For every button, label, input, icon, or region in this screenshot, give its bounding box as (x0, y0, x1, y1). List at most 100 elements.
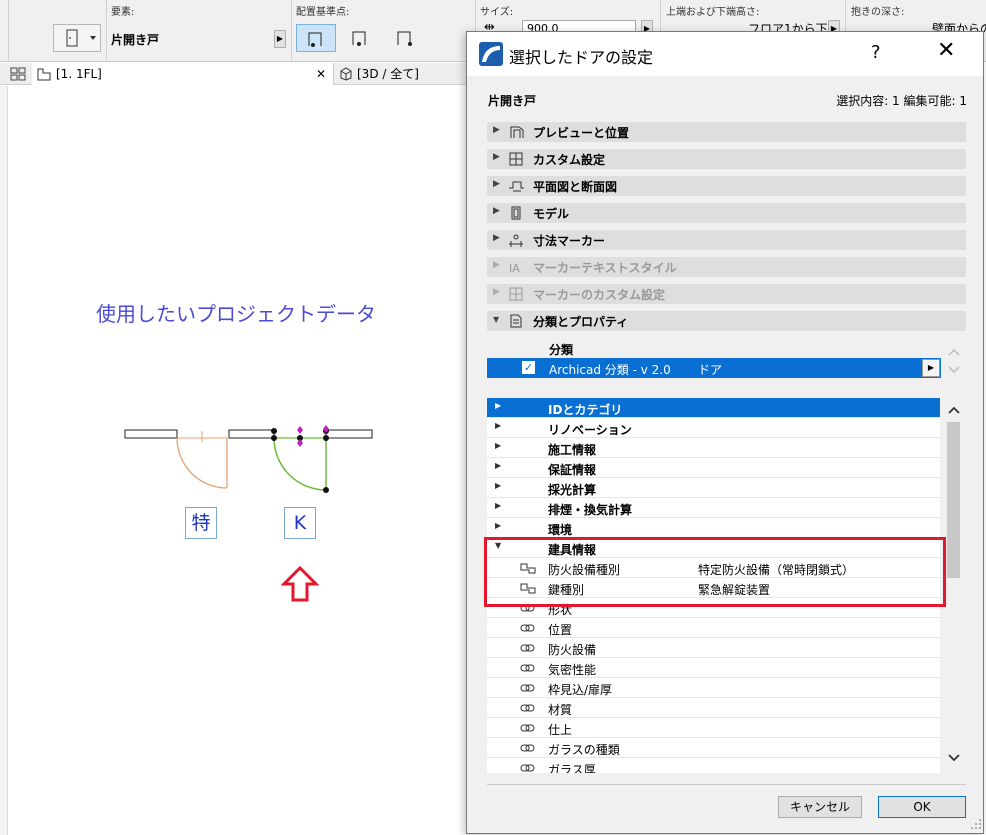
section-plan-section[interactable]: ▶ 平面図と断面図 (487, 176, 966, 196)
ok-button[interactable]: OK (878, 796, 966, 818)
door-settings-dialog: 選択したドアの設定 ? ✕ 片開き戸 選択内容: 1 編集可能: 1 ▶ プレビ… (466, 31, 984, 834)
property-name: 排煙・換気計算 (548, 503, 633, 517)
custom-settings-icon (509, 152, 523, 166)
link-icon (520, 644, 535, 652)
expand-triangle-icon: ▶ (493, 125, 500, 135)
section-model[interactable]: ▶ モデル (487, 203, 966, 223)
link-icon (520, 684, 535, 692)
cube-icon (340, 67, 352, 81)
preview-icon (510, 126, 524, 138)
property-row[interactable]: ガラスの種類 (487, 738, 940, 758)
checkbox-checked-icon[interactable]: ✓ (522, 361, 535, 374)
expand-triangle-icon: ▶ (493, 206, 500, 216)
section-label: モデル (533, 207, 570, 221)
property-name: 枠見込/扉厚 (548, 683, 613, 697)
property-group-row[interactable]: ▶ 採光計算 (487, 478, 940, 498)
expand-triangle-icon[interactable]: ▶ (495, 521, 501, 530)
property-group-row[interactable]: ▶ 保証情報 (487, 458, 940, 478)
expand-triangle-icon: ▶ (493, 233, 500, 243)
element-caption: 要素: (111, 7, 135, 18)
dimension-marker-icon (509, 234, 523, 247)
left-ruler-strip (0, 86, 8, 835)
floor-plan-icon (37, 68, 51, 81)
tab-close-icon[interactable]: ✕ (316, 63, 326, 85)
property-row[interactable]: 枠見込/扉厚 (487, 678, 940, 698)
expand-triangle-icon[interactable]: ▶ (495, 441, 501, 450)
section-label: 分類とプロパティ (533, 315, 629, 329)
classification-value: ドア (698, 363, 723, 377)
door-tag-left[interactable]: 特 (185, 507, 217, 539)
anchor-right-button[interactable] (386, 24, 426, 52)
classification-row[interactable]: ✓ Archicad 分類 - v 2.0 ドア (487, 358, 941, 378)
grid-view-icon[interactable] (10, 67, 26, 84)
marker-text-icon: IA (509, 262, 520, 275)
cancel-button[interactable]: キャンセル (778, 796, 862, 818)
plan-section-icon (509, 181, 524, 192)
classification-system: Archicad 分類 - v 2.0 (549, 363, 671, 377)
element-arrow-button[interactable]: ▶ (274, 30, 286, 48)
selection-info: 選択内容: 1 編集可能: 1 (836, 94, 967, 108)
section-label: カスタム設定 (533, 153, 606, 167)
section-classification-properties[interactable]: ▼ 分類とプロパティ (487, 311, 966, 331)
property-row[interactable]: 位置 (487, 618, 940, 638)
property-row[interactable]: 仕上 (487, 718, 940, 738)
section-marker-custom: ▶ マーカーのカスタム設定 (487, 284, 966, 304)
element-value: 片開き戸 (111, 33, 160, 47)
expand-triangle-icon: ▶ (493, 260, 500, 270)
section-dimension-marker[interactable]: ▶ 寸法マーカー (487, 230, 966, 250)
help-button[interactable]: ? (871, 42, 881, 63)
section-label: マーカーのカスタム設定 (533, 288, 666, 302)
property-name: IDとカテゴリ (548, 403, 623, 417)
property-row[interactable]: ガラス厚 (487, 758, 940, 773)
expand-triangle-icon[interactable]: ▶ (495, 421, 501, 430)
property-name: 環境 (548, 523, 573, 537)
property-row[interactable]: 材質 (487, 698, 940, 718)
property-name: 採光計算 (548, 483, 597, 497)
property-row[interactable]: 気密性能 (487, 658, 940, 678)
expand-triangle-icon: ▶ (493, 152, 500, 162)
classification-arrow-button[interactable]: ▶ (922, 359, 940, 377)
section-label: 寸法マーカー (533, 234, 606, 248)
classification-header: 分類 (549, 343, 574, 357)
expand-triangle-icon[interactable]: ▶ (495, 401, 501, 410)
wall-with-doors-drawing[interactable] (120, 420, 380, 500)
marker-custom-icon (509, 287, 523, 301)
property-group-row[interactable]: ▶ 排煙・換気計算 (487, 498, 940, 518)
section-custom-settings[interactable]: ▶ カスタム設定 (487, 149, 966, 169)
expand-triangle-icon: ▶ (493, 287, 500, 297)
classification-scrollbar[interactable] (941, 337, 966, 379)
separator (291, 0, 292, 62)
property-name: 位置 (548, 623, 573, 637)
property-group-row[interactable]: ▶ IDとカテゴリ (487, 398, 940, 418)
expand-triangle-icon[interactable]: ▶ (495, 481, 501, 490)
link-icon (520, 624, 535, 632)
expand-triangle-icon: ▼ (493, 315, 500, 324)
expand-triangle-icon[interactable]: ▶ (495, 501, 501, 510)
dialog-title: 選択したドアの設定 (509, 48, 654, 67)
section-preview[interactable]: ▶ プレビューと位置 (487, 122, 966, 142)
resize-grip-icon[interactable] (970, 818, 982, 830)
scroll-down-icon[interactable] (946, 750, 962, 766)
property-name: ガラスの種類 (548, 743, 620, 757)
property-name: 仕上 (548, 723, 573, 737)
property-group-row[interactable]: ▶ 環境 (487, 518, 940, 538)
property-row[interactable]: 防火設備 (487, 638, 940, 658)
expand-triangle-icon[interactable]: ▶ (495, 461, 501, 470)
property-name: 防火設備 (548, 643, 597, 657)
element-type-button[interactable] (53, 24, 101, 52)
property-name: 施工情報 (548, 443, 597, 457)
property-group-row[interactable]: ▶ リノベーション (487, 418, 940, 438)
tab-3d[interactable]: [3D / 全て] (336, 63, 466, 85)
section-label: プレビューと位置 (533, 126, 630, 140)
door-tag-right[interactable]: K (284, 507, 316, 539)
scroll-thumb[interactable] (947, 422, 960, 578)
depth-caption: 抱きの深さ: (851, 7, 905, 18)
scroll-up-icon[interactable] (946, 402, 962, 418)
section-marker-text-style: ▶ IA マーカーテキストスタイル (487, 257, 966, 277)
property-group-row[interactable]: ▶ 施工情報 (487, 438, 940, 458)
anchor-center-button[interactable] (341, 24, 381, 52)
anchor-left-button[interactable] (296, 24, 336, 52)
close-icon[interactable]: ✕ (937, 38, 955, 63)
tab-floor-plan[interactable]: [1. 1FL] ✕ (32, 63, 334, 85)
dialog-titlebar: 選択したドアの設定 ? ✕ (467, 32, 983, 76)
